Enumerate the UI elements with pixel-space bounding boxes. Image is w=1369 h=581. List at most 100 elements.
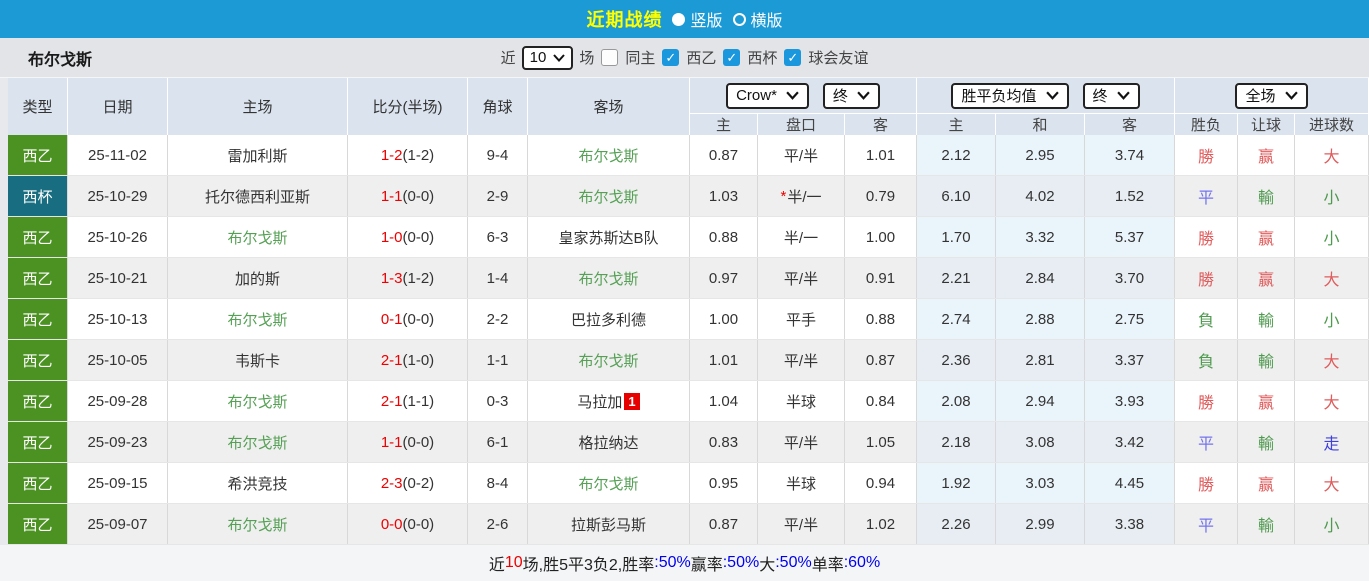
half-time-score: (0-0) xyxy=(402,310,435,328)
home-team: 韦斯卡 xyxy=(168,340,348,380)
corner-count: 2-6 xyxy=(468,504,528,544)
full-time-score: 1-0 xyxy=(380,228,403,246)
avg-odds-home: 6.10 xyxy=(917,176,996,216)
win-draw-loss-result: 負 xyxy=(1175,340,1238,380)
corner-count: 2-2 xyxy=(468,299,528,339)
summary-text-part: :50% xyxy=(654,554,691,571)
chevron-down-icon xyxy=(786,91,799,100)
score-cell: 1-2 (1-2) xyxy=(348,135,468,175)
away-team-name: 巴拉多利德 xyxy=(570,311,646,329)
league-checkbox[interactable]: ✓ xyxy=(662,49,680,66)
radio-unselected-icon[interactable] xyxy=(732,12,746,26)
handicap-line: 平/半 xyxy=(758,422,845,462)
win-draw-loss-result: 平 xyxy=(1175,176,1238,216)
away-team: 布尔戈斯 xyxy=(528,258,690,298)
handicap-text: 平手 xyxy=(785,311,816,329)
summary-text-part: 胜率 xyxy=(622,557,655,574)
same-home-label: 同主 xyxy=(625,50,656,67)
handicap-text: 平/半 xyxy=(783,270,819,288)
avg-odds-home: 2.36 xyxy=(917,340,996,380)
avg-odds-draw: 2.94 xyxy=(996,381,1085,421)
win-draw-loss-result: 平 xyxy=(1175,504,1238,544)
win-draw-loss-result: 勝 xyxy=(1175,381,1238,421)
odds-away: 0.87 xyxy=(845,340,917,380)
avg-odds-draw: 2.84 xyxy=(996,258,1085,298)
match-date: 25-10-05 xyxy=(68,340,168,380)
odds-away: 1.01 xyxy=(845,135,917,175)
handicap-text: 半/一 xyxy=(783,229,819,247)
summary-text-part: :60% xyxy=(843,554,881,571)
average-time-select[interactable]: 终 xyxy=(1082,82,1140,109)
match-type-badge: 西乙 xyxy=(8,217,68,257)
away-team-name: 格拉纳达 xyxy=(578,434,639,452)
header-score: 比分(半场) xyxy=(348,78,468,135)
home-team-name: 韦斯卡 xyxy=(234,352,280,370)
odds-away: 0.79 xyxy=(845,176,917,216)
bookmaker-select[interactable]: Crow* xyxy=(726,82,809,109)
table-body: 西乙 25-11-02 雷加利斯 1-2 (1-2) 9-4 布尔戈斯 0.87 … xyxy=(8,135,1369,545)
away-team: 巴拉多利德 xyxy=(528,299,690,339)
match-date: 25-09-07 xyxy=(68,504,168,544)
odds-header-group: Crow* 终 xyxy=(690,78,917,113)
title-bar: 近期战绩 竖版 横版 xyxy=(0,0,1369,38)
table-row: 西乙 25-11-02 雷加利斯 1-2 (1-2) 9-4 布尔戈斯 0.87 … xyxy=(8,135,1369,176)
odds-home: 1.01 xyxy=(690,340,758,380)
score-cell: 0-1 (0-0) xyxy=(348,299,468,339)
games-label: 场 xyxy=(579,50,595,67)
avg-odds-home: 2.74 xyxy=(917,299,996,339)
odds-home: 0.87 xyxy=(690,135,758,175)
friendly-checkbox[interactable]: ✓ xyxy=(784,49,802,66)
table-row: 西乙 25-09-07 布尔戈斯 0-0 (0-0) 2-6 拉斯彭马斯 0.87… xyxy=(8,504,1369,545)
cup-checkbox[interactable]: ✓ xyxy=(723,49,741,66)
half-time-score: (0-2) xyxy=(402,474,435,492)
corner-count: 1-1 xyxy=(468,340,528,380)
summary-text-part: 近 xyxy=(488,557,505,574)
handicap-result: 赢 xyxy=(1238,381,1295,421)
horizontal-layout-radio[interactable]: 横版 xyxy=(732,7,783,31)
half-time-score: (0-0) xyxy=(402,228,435,246)
score-cell: 2-3 (0-2) xyxy=(348,463,468,503)
away-team-name: 拉斯彭马斯 xyxy=(570,516,646,534)
subheader-result: 胜负 xyxy=(1175,113,1238,135)
odds-home: 0.87 xyxy=(690,504,758,544)
win-draw-loss-result: 勝 xyxy=(1175,463,1238,503)
same-home-checkbox[interactable] xyxy=(601,49,619,66)
average-type-select[interactable]: 胜平负均值 xyxy=(951,82,1069,109)
chevron-down-icon xyxy=(1284,91,1298,100)
table-row: 西乙 25-10-26 布尔戈斯 1-0 (0-0) 6-3 皇家苏斯达B队 0.… xyxy=(8,217,1369,258)
home-team: 雷加利斯 xyxy=(168,135,348,175)
chevron-down-icon xyxy=(553,53,566,62)
chevron-down-icon xyxy=(1116,91,1130,100)
table-row: 西乙 25-09-28 布尔戈斯 2-1 (1-1) 0-3 马拉加 1 1.04 … xyxy=(8,381,1369,422)
odds-away: 1.05 xyxy=(845,422,917,462)
home-team-name: 雷加利斯 xyxy=(227,147,288,165)
summary-footer: 近 10 场,胜5平3负2, 胜率:50% 赢率:50% 大:50% 单率:60% xyxy=(0,545,1369,581)
handicap-line: 平/半 xyxy=(758,504,845,544)
score-cell: 1-1 (0-0) xyxy=(348,176,468,216)
avg-odds-away: 2.75 xyxy=(1085,299,1175,339)
odds-away: 1.02 xyxy=(845,504,917,544)
avg-odds-home: 2.12 xyxy=(917,135,996,175)
period-select[interactable]: 全场 xyxy=(1235,82,1308,109)
odds-away: 0.88 xyxy=(845,299,917,339)
avg-odds-home: 2.26 xyxy=(917,504,996,544)
handicap-text: 半球 xyxy=(785,393,816,411)
vertical-layout-radio[interactable]: 竖版 xyxy=(672,7,723,31)
avg-odds-draw: 3.32 xyxy=(996,217,1085,257)
goals-result: 走 xyxy=(1295,422,1369,462)
odds-away: 1.00 xyxy=(845,217,917,257)
filter-bar: 布尔戈斯 近 10 场 同主 ✓ 西乙 ✓ 西杯 ✓ 球会友谊 xyxy=(0,38,1369,78)
subheader-odds-away: 客 xyxy=(845,113,917,135)
header-home: 主场 xyxy=(168,78,348,135)
recent-count-select[interactable]: 10 xyxy=(521,45,574,70)
handicap-result: 赢 xyxy=(1238,135,1295,175)
handicap-result: 赢 xyxy=(1238,217,1295,257)
odds-time-select[interactable]: 终 xyxy=(822,82,880,109)
match-date: 25-09-15 xyxy=(68,463,168,503)
match-type-badge: 西乙 xyxy=(8,299,68,339)
full-time-score: 0-0 xyxy=(380,515,403,533)
score-cell: 1-0 (0-0) xyxy=(348,217,468,257)
avg-odds-home: 2.08 xyxy=(917,381,996,421)
radio-selected-icon[interactable] xyxy=(672,12,686,26)
match-type-badge: 西乙 xyxy=(8,258,68,298)
